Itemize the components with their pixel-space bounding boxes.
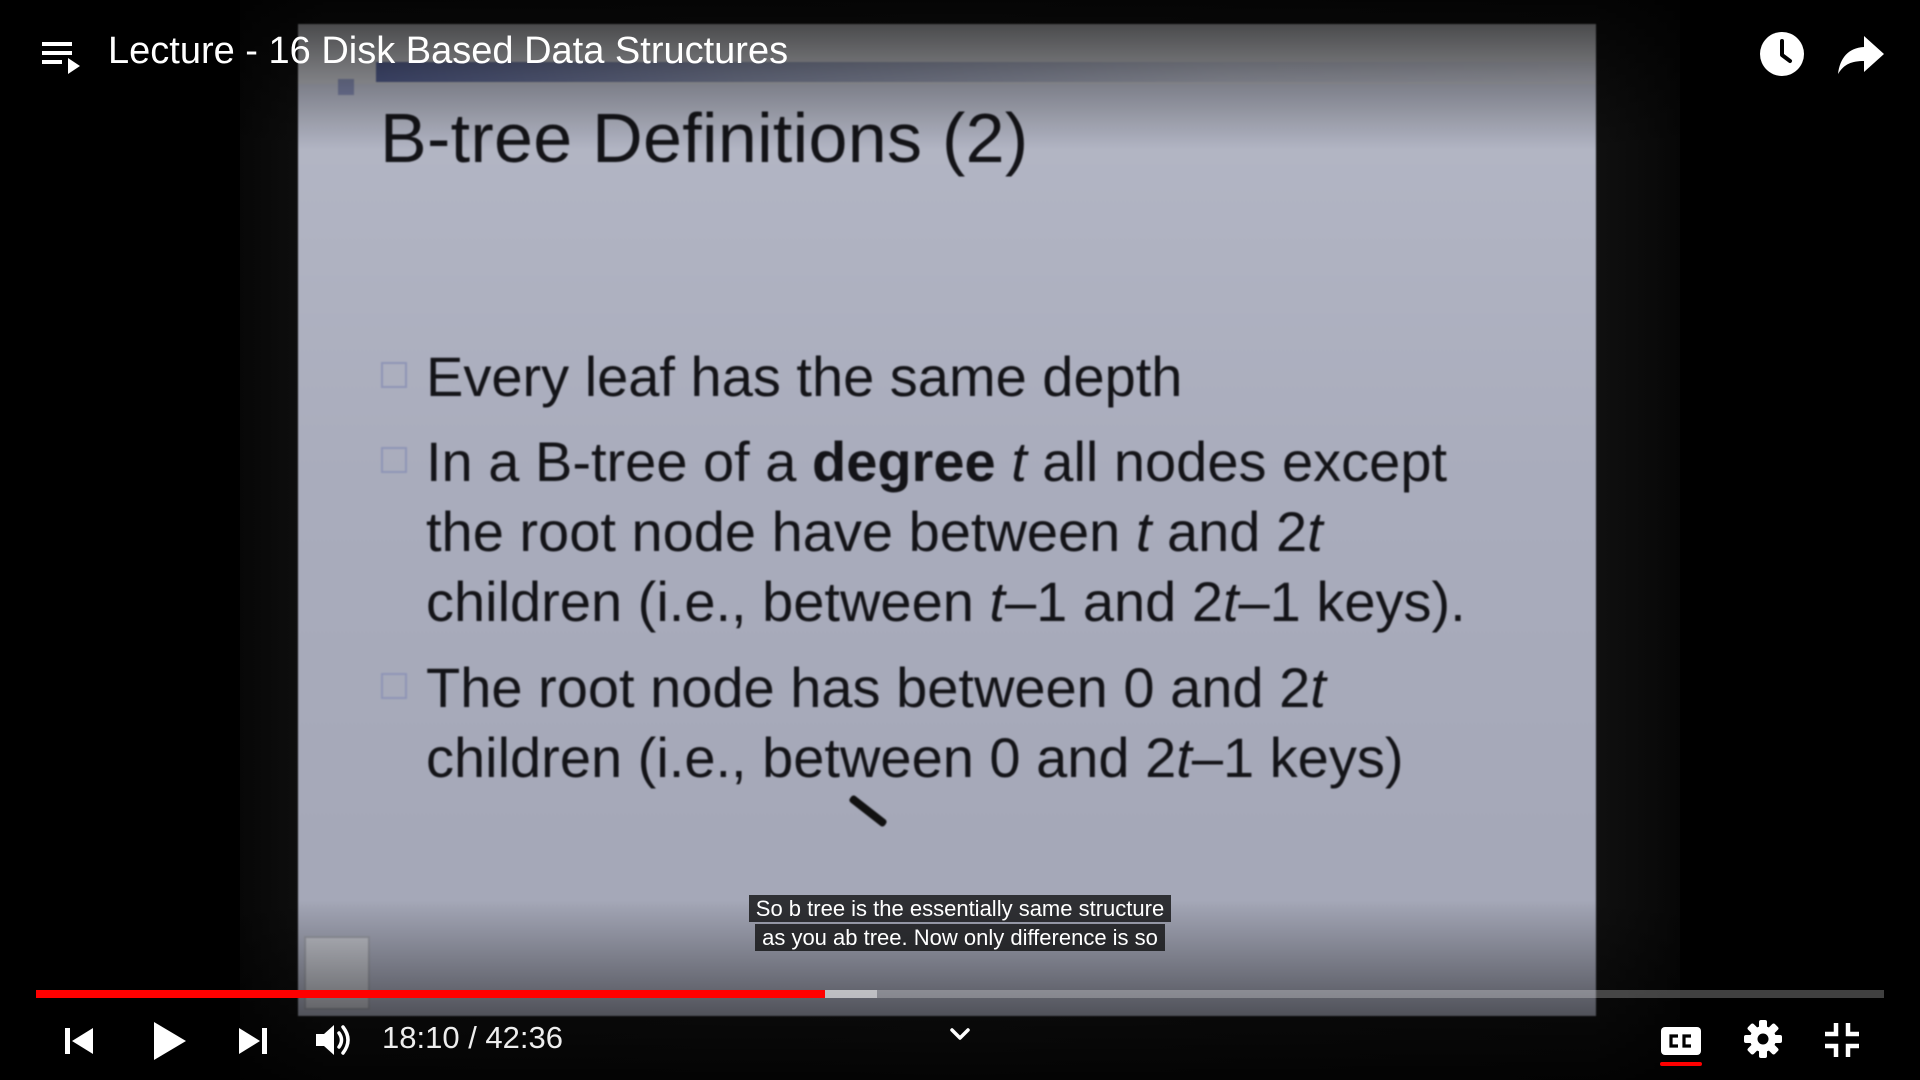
progress-bar[interactable] [36, 990, 1884, 998]
bullet-text: Every leaf has the same depth [426, 345, 1183, 408]
bullet-square-icon [381, 673, 407, 699]
closed-captions-icon[interactable] [1660, 1022, 1702, 1066]
volume-icon[interactable] [312, 1018, 356, 1062]
play-icon[interactable] [146, 1018, 190, 1064]
caption-line: as you ab tree. Now only difference is s… [755, 924, 1165, 951]
next-icon[interactable] [234, 1022, 272, 1060]
lecture-slide: B-tree Definitions (2) Every leaf has th… [298, 24, 1596, 1016]
video-title[interactable]: Lecture - 16 Disk Based Data Structures [108, 30, 788, 73]
laser-pointer-mark [848, 794, 888, 828]
time-display: 18:10 / 42:36 [382, 1020, 563, 1055]
bullet-text: In a B-tree of a degree t all nodes exce… [426, 430, 1466, 633]
watch-later-icon[interactable] [1758, 30, 1806, 78]
captions-window: So b tree is the essentially same struct… [0, 894, 1920, 952]
top-overlay [0, 0, 1920, 150]
bullet-square-icon [381, 447, 407, 473]
bullet-square-icon [381, 362, 407, 388]
previous-icon[interactable] [60, 1022, 98, 1060]
chevron-down-icon[interactable] [946, 1024, 974, 1044]
settings-icon[interactable] [1742, 1018, 1784, 1060]
share-icon[interactable] [1836, 32, 1886, 78]
playlist-icon[interactable] [38, 34, 84, 78]
bullet-text: The root node has between 0 and 2t child… [426, 656, 1404, 789]
caption-line: So b tree is the essentially same struct… [748, 895, 1172, 922]
captions-active-indicator [1660, 1062, 1702, 1066]
exit-fullscreen-icon[interactable] [1822, 1020, 1862, 1060]
progress-played [36, 990, 825, 998]
